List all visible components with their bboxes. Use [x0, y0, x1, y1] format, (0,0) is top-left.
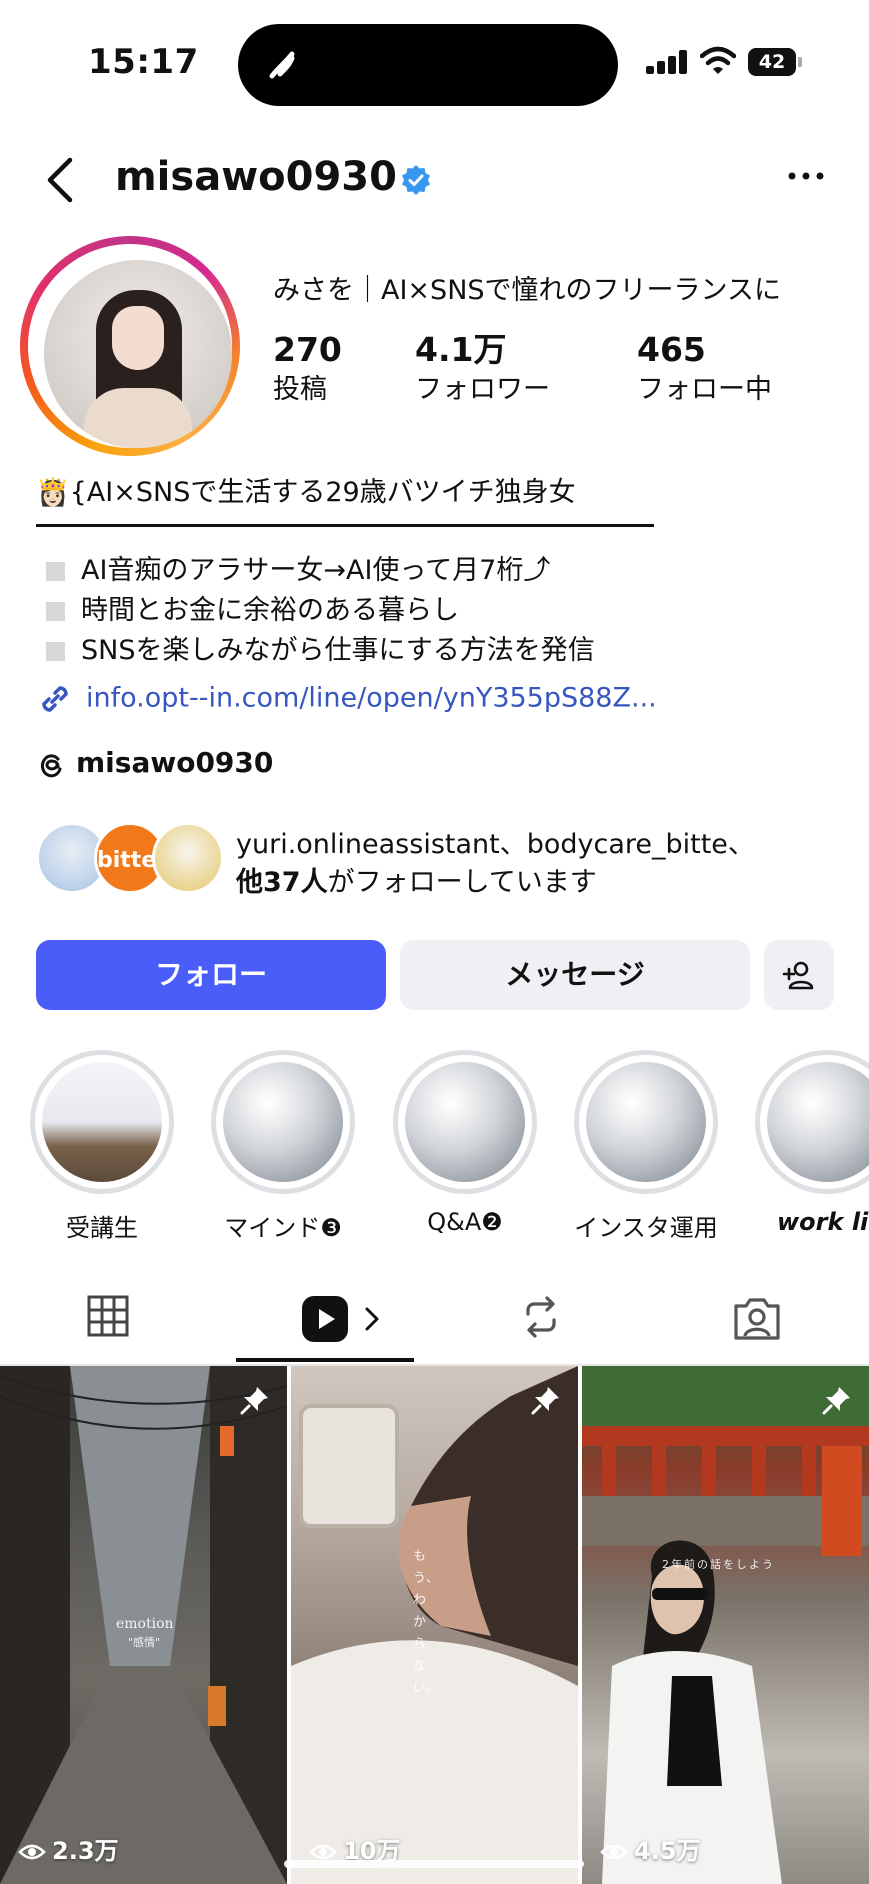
mutual-followers-text[interactable]: yuri.onlineassistant、bodycare_bitte、 他37…: [236, 826, 836, 902]
reel-views: 4.5万: [600, 1831, 701, 1866]
bio-item: SNSを楽しみながら仕事にする方法を発信: [46, 628, 595, 667]
chevron-right-icon: [365, 1307, 379, 1331]
battery-icon: 42: [748, 48, 802, 76]
threads-badge[interactable]: misawo0930: [36, 746, 273, 779]
stat-followers[interactable]: 4.1万 フォロワー: [415, 330, 550, 410]
follow-button[interactable]: フォロー: [36, 940, 386, 1010]
stat-following-label: フォロー中: [637, 374, 772, 405]
shazam-icon: [269, 51, 295, 79]
stat-followers-label: フォロワー: [415, 374, 550, 405]
threads-handle: misawo0930: [76, 746, 274, 779]
bio-item: AI音痴のアラサー女→AI使って月7桁⤴: [46, 548, 550, 587]
reel-overlay-text: もう、わからない。: [413, 1549, 440, 1696]
back-arrow-icon[interactable]: [40, 152, 80, 208]
tab-tagged[interactable]: [672, 1280, 842, 1364]
profile-avatar-story-ring[interactable]: [20, 236, 240, 456]
highlight-label: インスタ運用: [574, 1214, 718, 1242]
home-indicator[interactable]: [284, 1860, 584, 1868]
cellular-signal-icon: [646, 50, 690, 74]
highlight-mind[interactable]: マインド❸: [211, 1050, 355, 1243]
stat-posts-label: 投稿: [273, 374, 327, 405]
pin-icon: [240, 1387, 268, 1415]
bullet-square-icon: [46, 642, 65, 661]
tab-reels[interactable]: [240, 1280, 410, 1364]
eye-icon: [309, 1844, 337, 1860]
stat-posts[interactable]: 270 投稿: [273, 330, 342, 410]
highlight-cover: [223, 1062, 343, 1182]
reel-views: 2.3万: [18, 1831, 119, 1866]
pin-icon: [531, 1387, 559, 1415]
bio-divider: [36, 524, 654, 527]
highlight-students[interactable]: 受講生: [30, 1050, 174, 1243]
highlight-cover: [42, 1062, 162, 1182]
wifi-icon: [700, 46, 736, 74]
eye-icon: [18, 1844, 46, 1860]
stat-followers-count: 4.1万: [415, 330, 507, 369]
verified-badge-icon: [402, 165, 430, 195]
mutual-avatar: [152, 822, 224, 894]
pin-icon: [822, 1387, 850, 1415]
profile-tabs: [0, 1280, 869, 1364]
threads-icon: [40, 754, 62, 778]
dynamic-island: [238, 24, 618, 106]
highlight-label: 受講生: [66, 1214, 138, 1242]
add-user-icon: [782, 961, 814, 990]
header-username: misawo0930: [115, 154, 397, 200]
highlight-cover: [405, 1062, 525, 1182]
bio-link-text: info.opt--in.com/line/open/ynY355pS88Z..…: [86, 682, 657, 714]
reels-grid: emotion "感情" 2.3万 もう、わからない。 10万 2年前の話をしよ…: [0, 1366, 869, 1884]
more-options-icon[interactable]: [786, 166, 826, 196]
repost-icon: [526, 1296, 556, 1338]
suggested-users-button[interactable]: [764, 940, 834, 1010]
shrine-scene: [582, 1366, 869, 1884]
message-button[interactable]: メッセージ: [400, 940, 750, 1010]
highlight-label: マインド❸: [224, 1214, 342, 1242]
bio-link[interactable]: info.opt--in.com/line/open/ynY355pS88Z..…: [36, 680, 657, 718]
bio-item: 時間とお金に余裕のある暮らし: [46, 588, 459, 627]
bullet-square-icon: [46, 602, 65, 621]
tab-reposts[interactable]: [456, 1280, 626, 1364]
reel-overlay-text: emotion: [116, 1616, 174, 1632]
reel-thumbnail[interactable]: 2年前の話をしよう 4.5万: [582, 1366, 869, 1884]
highlight-insta-ops[interactable]: インスタ運用: [574, 1050, 718, 1243]
highlight-cover: [586, 1062, 706, 1182]
highlight-label: work life: [777, 1208, 869, 1236]
eye-icon: [600, 1844, 628, 1860]
bath-scene: [291, 1366, 578, 1884]
status-bar: 15:17 42: [0, 0, 869, 130]
reels-play-icon: [302, 1296, 348, 1342]
bullet-square-icon: [46, 562, 65, 581]
stat-posts-count: 270: [273, 330, 342, 369]
reel-thumbnail[interactable]: もう、わからない。 10万: [291, 1366, 578, 1884]
tab-posts-grid[interactable]: [24, 1280, 194, 1364]
grid-icon: [87, 1295, 129, 1337]
highlight-qa[interactable]: Q&A❷: [393, 1050, 537, 1236]
battery-level: 42: [758, 51, 786, 73]
highlight-cover: [767, 1062, 869, 1182]
reel-overlay-subtext: "感情": [128, 1636, 161, 1649]
profile-avatar: [44, 260, 232, 448]
profile-header: misawo0930: [0, 140, 869, 220]
highlight-label: Q&A❷: [427, 1208, 503, 1236]
highlight-work-life[interactable]: work life: [755, 1050, 869, 1236]
active-tab-indicator: [236, 1358, 414, 1362]
bio-headline: 👸🏻{AI×SNSで生活する29歳バツイチ独身女: [36, 477, 576, 508]
link-icon: [42, 686, 68, 712]
stat-following[interactable]: 465 フォロー中: [637, 330, 772, 410]
reel-thumbnail[interactable]: emotion "感情" 2.3万: [0, 1366, 287, 1884]
tagged-person-icon: [734, 1298, 780, 1340]
stat-following-count: 465: [637, 330, 706, 369]
reel-overlay-text: 2年前の話をしよう: [662, 1558, 775, 1571]
profile-display-name: みさを｜AI×SNSで憧れのフリーランスに: [273, 275, 781, 306]
status-time: 15:17: [88, 42, 199, 82]
